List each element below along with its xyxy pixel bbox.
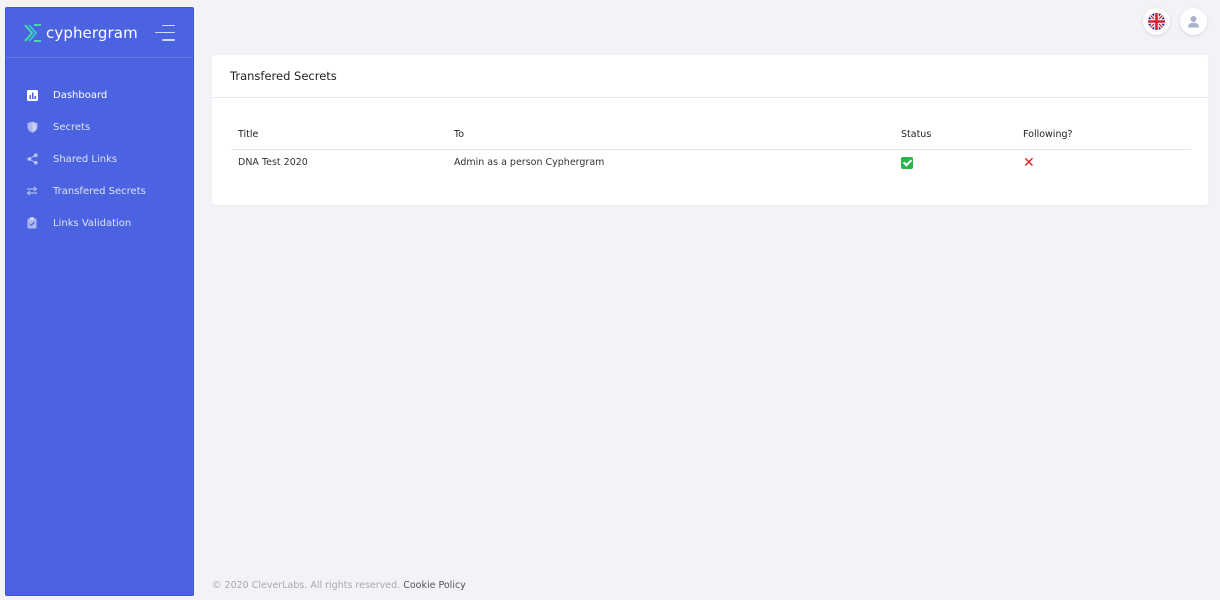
sidebar-item-label: Links Validation [53, 217, 132, 229]
sidebar-item-transfered-secrets[interactable]: Transfered Secrets [6, 175, 193, 207]
transfered-secrets-card: Transfered Secrets Title To Status Follo… [212, 55, 1208, 205]
hamburger-line [162, 24, 175, 26]
user-icon [1188, 16, 1199, 28]
clipboard-check-icon [26, 217, 38, 229]
share-icon [26, 153, 38, 165]
menu-toggle-button[interactable] [155, 24, 175, 41]
brand-name: cyphergram [46, 23, 138, 42]
card-header: Transfered Secrets [212, 55, 1208, 98]
column-header-following: Following? [1016, 120, 1191, 150]
hamburger-line [162, 39, 175, 41]
transfered-secrets-table: Title To Status Following? DNA Test 2020… [231, 120, 1191, 176]
sidebar-item-shared-links[interactable]: Shared Links [6, 143, 193, 175]
sidebar-item-dashboard[interactable]: Dashboard [6, 79, 193, 111]
cell-following: ✕ [1016, 149, 1191, 176]
sidebar-item-secrets[interactable]: Secrets [6, 111, 193, 143]
check-icon [901, 156, 913, 169]
cell-to: Admin as a person Cyphergram [454, 157, 605, 169]
brand-bar: cyphergram [6, 8, 193, 58]
cell-title: DNA Test 2020 [238, 157, 308, 169]
column-header-status: Status [894, 120, 1016, 150]
cyphergram-logo-icon [24, 23, 41, 42]
sidebar-nav: Dashboard Secrets Shared Links Transfere… [6, 58, 193, 239]
transfer-arrows-icon [26, 185, 38, 197]
shield-icon [26, 121, 38, 133]
table-header-row: Title To Status Following? [231, 120, 1191, 150]
sidebar-item-label: Dashboard [53, 89, 108, 101]
cell-status [894, 149, 1016, 176]
language-button[interactable] [1143, 8, 1170, 35]
bar-chart-icon [26, 89, 38, 101]
hamburger-line [155, 31, 175, 34]
x-icon: ✕ [1023, 154, 1035, 171]
column-header-title: Title [231, 120, 447, 150]
sidebar-item-label: Transfered Secrets [53, 185, 146, 197]
table-row[interactable]: DNA Test 2020 Admin as a person Cyphergr… [231, 149, 1191, 176]
sidebar-item-links-validation[interactable]: Links Validation [6, 207, 193, 239]
user-menu-button[interactable] [1180, 8, 1207, 35]
sidebar-item-label: Shared Links [53, 153, 118, 165]
uk-flag-icon [1148, 13, 1165, 30]
sidebar: cyphergram Dashboard Secrets Shared Link… [5, 7, 194, 596]
cookie-policy-link[interactable]: Cookie Policy [403, 580, 466, 591]
column-header-to: To [447, 120, 894, 150]
card-title: Transfered Secrets [230, 69, 337, 83]
copyright-text: © 2020 CleverLabs. All rights reserved. [212, 580, 401, 591]
footer: © 2020 CleverLabs. All rights reserved. … [212, 580, 466, 591]
sidebar-item-label: Secrets [53, 121, 91, 133]
